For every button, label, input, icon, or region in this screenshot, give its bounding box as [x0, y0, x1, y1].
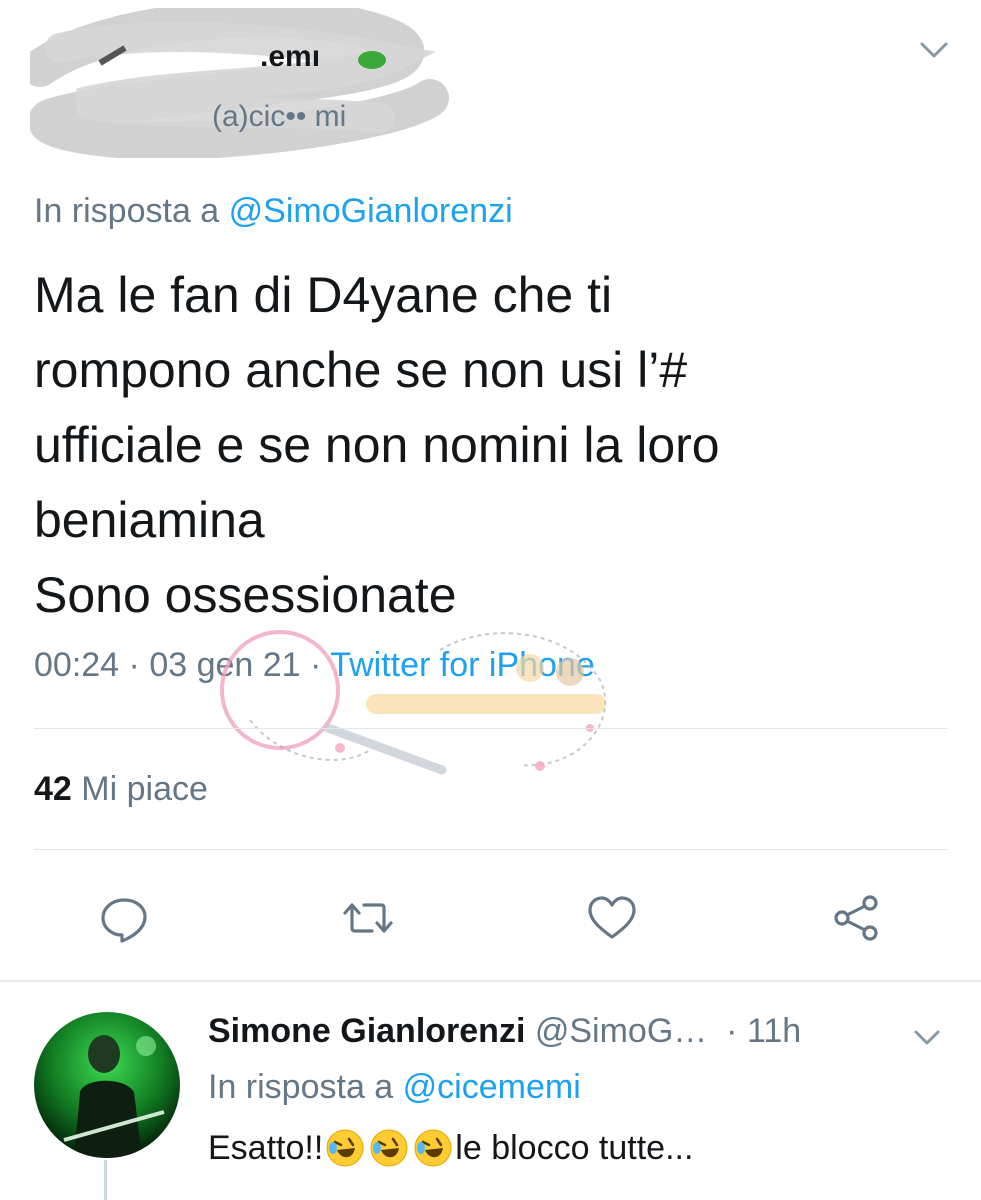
- reply-text-end: le blocco tutte...: [455, 1128, 694, 1167]
- tweet-time: 00:24: [34, 646, 120, 684]
- tweet-separator: [0, 980, 981, 982]
- rolling-laughing-emoji-icon: [414, 1129, 452, 1167]
- tweet-line: beniamina: [34, 492, 265, 548]
- heart-icon: [588, 896, 636, 939]
- retweet-button[interactable]: [340, 890, 396, 946]
- reply-prefix: In risposta a: [208, 1068, 394, 1106]
- avatar-image: [34, 1012, 180, 1158]
- tweet-text: Ma le fan di D4yane che ti rompono anche…: [34, 258, 934, 633]
- likes-summary[interactable]: 42 Mi piace: [34, 770, 208, 809]
- chevron-down-icon[interactable]: [912, 28, 956, 72]
- chevron-down-icon[interactable]: [906, 1016, 948, 1058]
- svg-text:.emı: .emı: [260, 40, 320, 73]
- tweet-line: rompono anche se non usi l’#: [34, 342, 688, 398]
- likes-label: Mi piace: [81, 770, 208, 808]
- redacted-author-scribble: .emı: [30, 8, 449, 158]
- author-handle-fragment: (a)cic•• mi: [212, 100, 347, 133]
- reply-context: In risposta a @cicememi: [208, 1068, 581, 1107]
- likes-count: 42: [34, 770, 72, 808]
- divider: [34, 728, 948, 729]
- author-handle[interactable]: @SimoG…: [535, 1012, 707, 1050]
- rolling-laughing-emoji-icon: [326, 1129, 364, 1167]
- avatar[interactable]: [34, 1012, 180, 1158]
- like-button[interactable]: [584, 890, 640, 946]
- tweet-source-link[interactable]: Twitter for iPhone: [330, 646, 595, 684]
- reply-context: In risposta a @SimoGianlorenzi: [34, 192, 513, 231]
- reply-to-link[interactable]: @SimoGianlorenzi: [229, 192, 513, 230]
- thread-line: [104, 1160, 107, 1200]
- share-icon: [834, 895, 878, 941]
- reply-text: Esatto!! le blocco tutte...: [208, 1128, 693, 1168]
- tweet-date: 03 gen 21: [149, 646, 301, 684]
- tweet-line: ufficiale e se non nomini la loro: [34, 417, 720, 473]
- reply-prefix: In risposta a: [34, 192, 220, 230]
- reply-header: Simone Gianlorenzi @SimoG… · 11h: [208, 1012, 802, 1050]
- tweet-line: Ma le fan di D4yane che ti: [34, 267, 613, 323]
- tweet-line: Sono ossessionate: [34, 567, 457, 623]
- tweet-meta: 00:24 · 03 gen 21 · Twitter for iPhone: [34, 646, 595, 684]
- tweet-age: 11h: [746, 1012, 802, 1050]
- retweet-icon: [343, 903, 393, 933]
- reply-button[interactable]: [96, 890, 152, 946]
- comment-bubble-icon: [101, 898, 147, 943]
- share-button[interactable]: [828, 890, 884, 946]
- rolling-laughing-emoji-icon: [370, 1129, 408, 1167]
- reply-text-start: Esatto!!: [208, 1128, 324, 1167]
- reply-to-link[interactable]: @cicememi: [403, 1068, 581, 1106]
- divider: [34, 849, 948, 850]
- author-name[interactable]: Simone Gianlorenzi: [208, 1012, 525, 1050]
